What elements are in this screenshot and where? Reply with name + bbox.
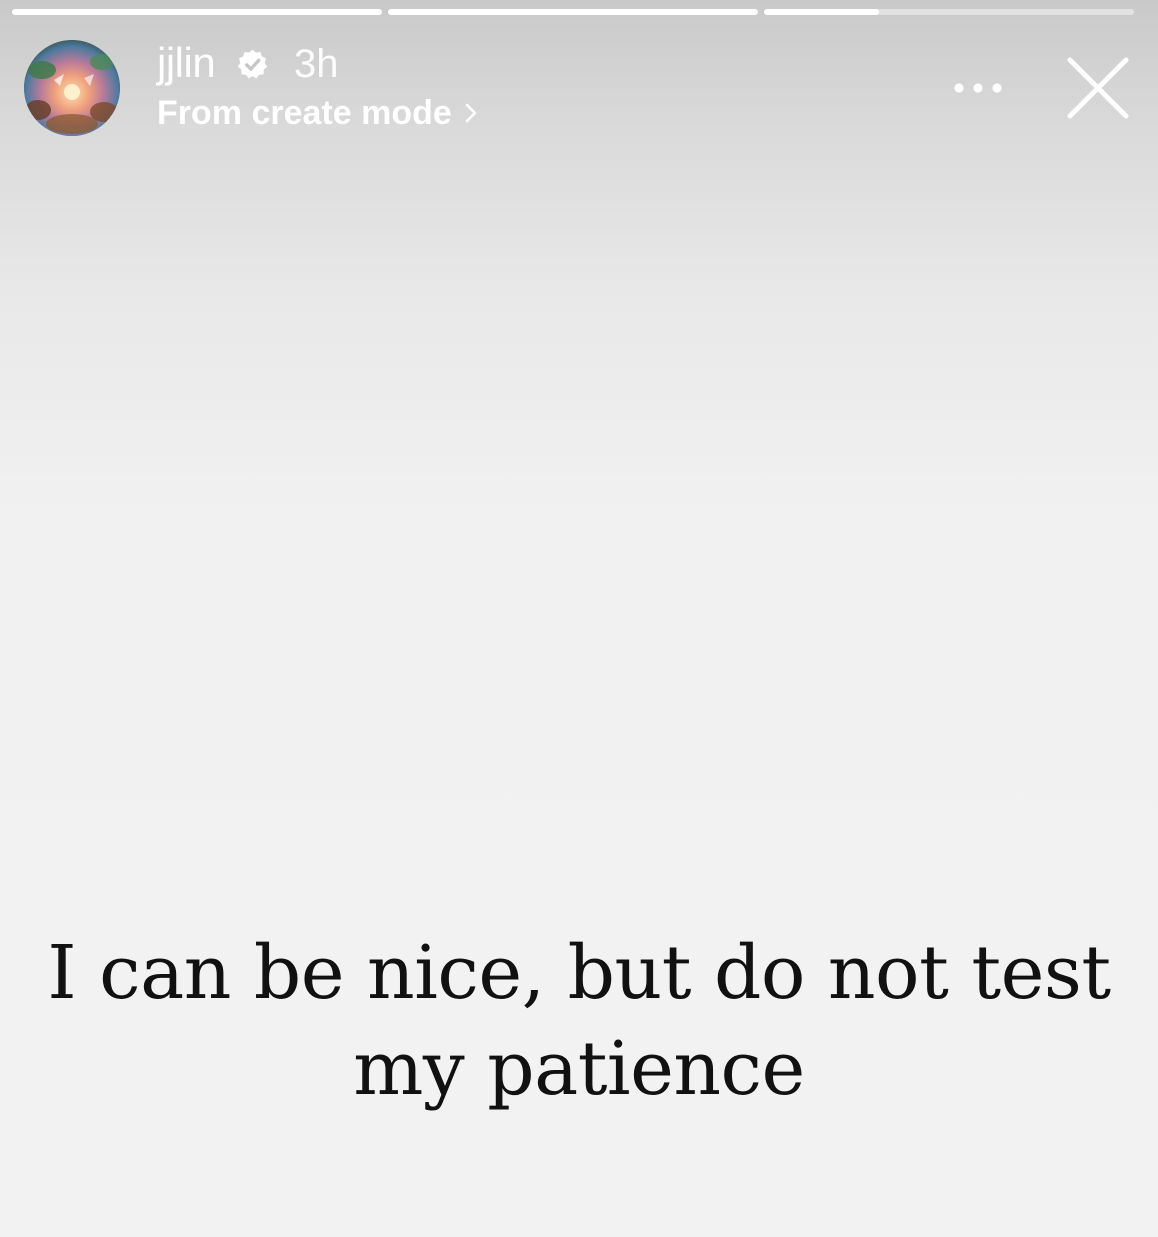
progress-fill bbox=[12, 9, 382, 15]
story-text: I can be nice, but do not test my patien… bbox=[47, 930, 1111, 1112]
story-time: 3h bbox=[294, 42, 339, 86]
create-mode-label: From create mode bbox=[157, 93, 452, 132]
avatar-image bbox=[24, 40, 120, 136]
username[interactable]: jjlin bbox=[157, 39, 216, 87]
progress-segment bbox=[388, 9, 758, 15]
progress-fill bbox=[764, 9, 879, 15]
progress-segment bbox=[12, 9, 382, 15]
verified-badge-icon bbox=[237, 49, 268, 79]
more-options-icon[interactable] bbox=[950, 78, 1006, 98]
progress-fill bbox=[388, 9, 758, 15]
story-viewer[interactable]: jjlin 3h From create mode I can be nice,… bbox=[0, 0, 1158, 1237]
create-mode-link[interactable]: From create mode bbox=[157, 92, 478, 134]
chevron-right-icon bbox=[465, 103, 477, 123]
close-icon[interactable] bbox=[1066, 56, 1130, 120]
story-progress-bar bbox=[12, 9, 1134, 15]
progress-segment bbox=[764, 9, 1134, 15]
avatar[interactable] bbox=[24, 40, 120, 136]
